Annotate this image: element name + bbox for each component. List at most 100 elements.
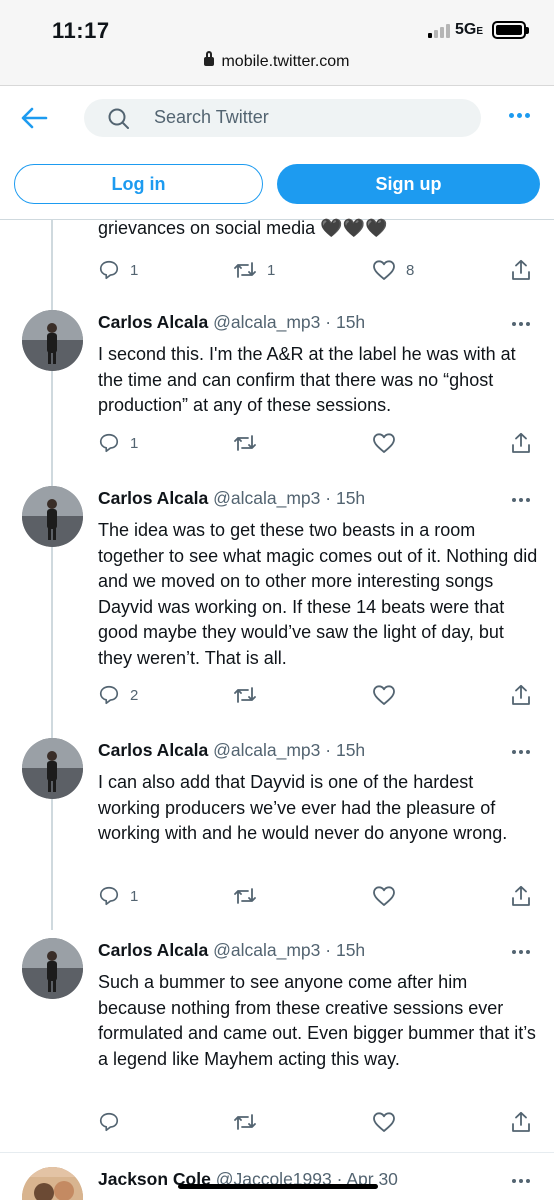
heart-icon [373, 433, 395, 453]
retweet-count: 1 [267, 261, 276, 279]
share-button[interactable] [510, 684, 532, 706]
twitter-header: Search Twitter Log in Sign up [0, 86, 554, 220]
search-input[interactable]: Search Twitter [84, 99, 481, 137]
avatar[interactable] [22, 310, 83, 371]
heart-icon [373, 685, 395, 705]
retweet-icon [234, 262, 256, 278]
network-label: 5G [455, 21, 477, 38]
tweet[interactable]: grievances on social media 🖤🖤🖤 1 1 8 [0, 218, 554, 310]
like-button[interactable] [372, 885, 406, 907]
retweet-button[interactable] [233, 1111, 267, 1133]
avatar[interactable] [22, 486, 83, 547]
tweet-actions [98, 1111, 538, 1137]
tweet-text: Such a bummer to see anyone come after h… [98, 972, 536, 1069]
author-handle[interactable]: @alcala_mp3 [213, 488, 320, 508]
tweet-more-icon[interactable] [512, 1179, 530, 1183]
tweet-time[interactable]: · 15h [325, 940, 365, 960]
tweet-header: Carlos Alcala @alcala_mp3 · 15h [98, 312, 365, 333]
tweet-more-icon[interactable] [512, 498, 530, 502]
reply-count: 1 [130, 261, 139, 279]
share-button[interactable] [510, 1111, 532, 1133]
retweet-icon [234, 1114, 256, 1130]
tweet-text: grievances on social media 🖤🖤🖤 [98, 218, 388, 238]
author-name[interactable]: Carlos Alcala [98, 940, 208, 960]
tweet-text: I second this. I'm the A&R at the label … [98, 344, 516, 415]
tweet[interactable]: Carlos Alcala @alcala_mp3 · 15h Such a b… [0, 938, 554, 1150]
share-button[interactable] [510, 432, 532, 454]
signup-button[interactable]: Sign up [277, 164, 540, 204]
author-handle[interactable]: @alcala_mp3 [213, 312, 320, 332]
tweet-header: Carlos Alcala @alcala_mp3 · 15h [98, 940, 365, 961]
heart-icon [373, 886, 395, 906]
reply-button[interactable] [98, 1111, 130, 1133]
author-handle[interactable]: @alcala_mp3 [213, 740, 320, 760]
retweet-icon [234, 888, 256, 904]
tweet-time[interactable]: · 15h [325, 740, 365, 760]
back-arrow-icon[interactable] [20, 106, 48, 130]
network-indicator: 5GE [455, 21, 483, 39]
reply-icon [99, 260, 119, 280]
author-name[interactable]: Carlos Alcala [98, 740, 208, 760]
share-icon [512, 259, 530, 280]
tweet-header: Carlos Alcala @alcala_mp3 · 15h [98, 488, 365, 509]
retweet-icon [234, 435, 256, 451]
avatar[interactable] [22, 738, 83, 799]
tweet-text: I can also add that Dayvid is one of the… [98, 772, 508, 843]
tweet-text: The idea was to get these two beasts in … [98, 520, 538, 668]
tweet[interactable]: Carlos Alcala @alcala_mp3 · 15h The idea… [0, 486, 554, 738]
tweet-time[interactable]: · 15h [325, 312, 365, 332]
like-count: 8 [406, 261, 415, 279]
avatar[interactable] [22, 1167, 83, 1200]
like-button[interactable]: 8 [372, 259, 414, 281]
like-button[interactable] [372, 684, 406, 706]
author-handle[interactable]: @alcala_mp3 [213, 940, 320, 960]
reply-button[interactable]: 2 [98, 684, 138, 706]
tweet-actions: 2 [98, 684, 538, 710]
tweet-actions: 1 1 8 [98, 259, 538, 285]
reply-button[interactable]: 1 [98, 885, 138, 907]
network-suffix: E [476, 26, 484, 37]
heart-icon [373, 1112, 395, 1132]
reply-icon [99, 886, 119, 906]
avatar[interactable] [22, 938, 83, 999]
heart-icon [373, 260, 395, 280]
search-icon [108, 108, 130, 135]
like-button[interactable] [372, 432, 406, 454]
reply-count: 1 [130, 887, 139, 905]
retweet-button[interactable]: 1 [233, 259, 275, 281]
like-button[interactable] [372, 1111, 406, 1133]
home-indicator[interactable] [178, 1184, 378, 1189]
reply-button[interactable]: 1 [98, 259, 138, 281]
retweet-button[interactable] [233, 684, 267, 706]
tweet-time[interactable]: · 15h [325, 488, 365, 508]
author-name[interactable]: Carlos Alcala [98, 488, 208, 508]
tweet-more-icon[interactable] [512, 322, 530, 326]
tweet-more-icon[interactable] [512, 750, 530, 754]
battery-icon [492, 21, 529, 39]
share-button[interactable] [510, 885, 532, 907]
share-icon [512, 684, 530, 705]
tweet[interactable]: Carlos Alcala @alcala_mp3 · 15h I second… [0, 310, 554, 486]
retweet-button[interactable] [233, 432, 267, 454]
share-button[interactable] [510, 259, 532, 281]
retweet-button[interactable] [233, 885, 267, 907]
signal-icon [428, 24, 450, 38]
reply-icon [99, 1112, 119, 1132]
address-bar[interactable]: mobile.twitter.com [0, 51, 554, 71]
reply-count: 1 [130, 434, 139, 452]
login-button[interactable]: Log in [14, 164, 263, 204]
tweet-actions: 1 [98, 885, 538, 911]
tweet[interactable]: Jackson Cole @Jaccole1993 · Apr 30 [0, 1153, 554, 1200]
share-icon [512, 432, 530, 453]
browser-chrome: 11:17 5GE mobile.twitter.com [0, 0, 554, 86]
tweet-actions: 1 [98, 432, 538, 458]
more-options-icon[interactable] [509, 113, 530, 118]
search-placeholder: Search Twitter [154, 107, 269, 127]
url-text: mobile.twitter.com [221, 53, 350, 70]
tweet-more-icon[interactable] [512, 950, 530, 954]
tweet[interactable]: Carlos Alcala @alcala_mp3 · 15h I can al… [0, 738, 554, 938]
reply-button[interactable]: 1 [98, 432, 138, 454]
share-icon [512, 1111, 530, 1132]
author-name[interactable]: Carlos Alcala [98, 312, 208, 332]
status-time: 11:17 [52, 18, 110, 43]
